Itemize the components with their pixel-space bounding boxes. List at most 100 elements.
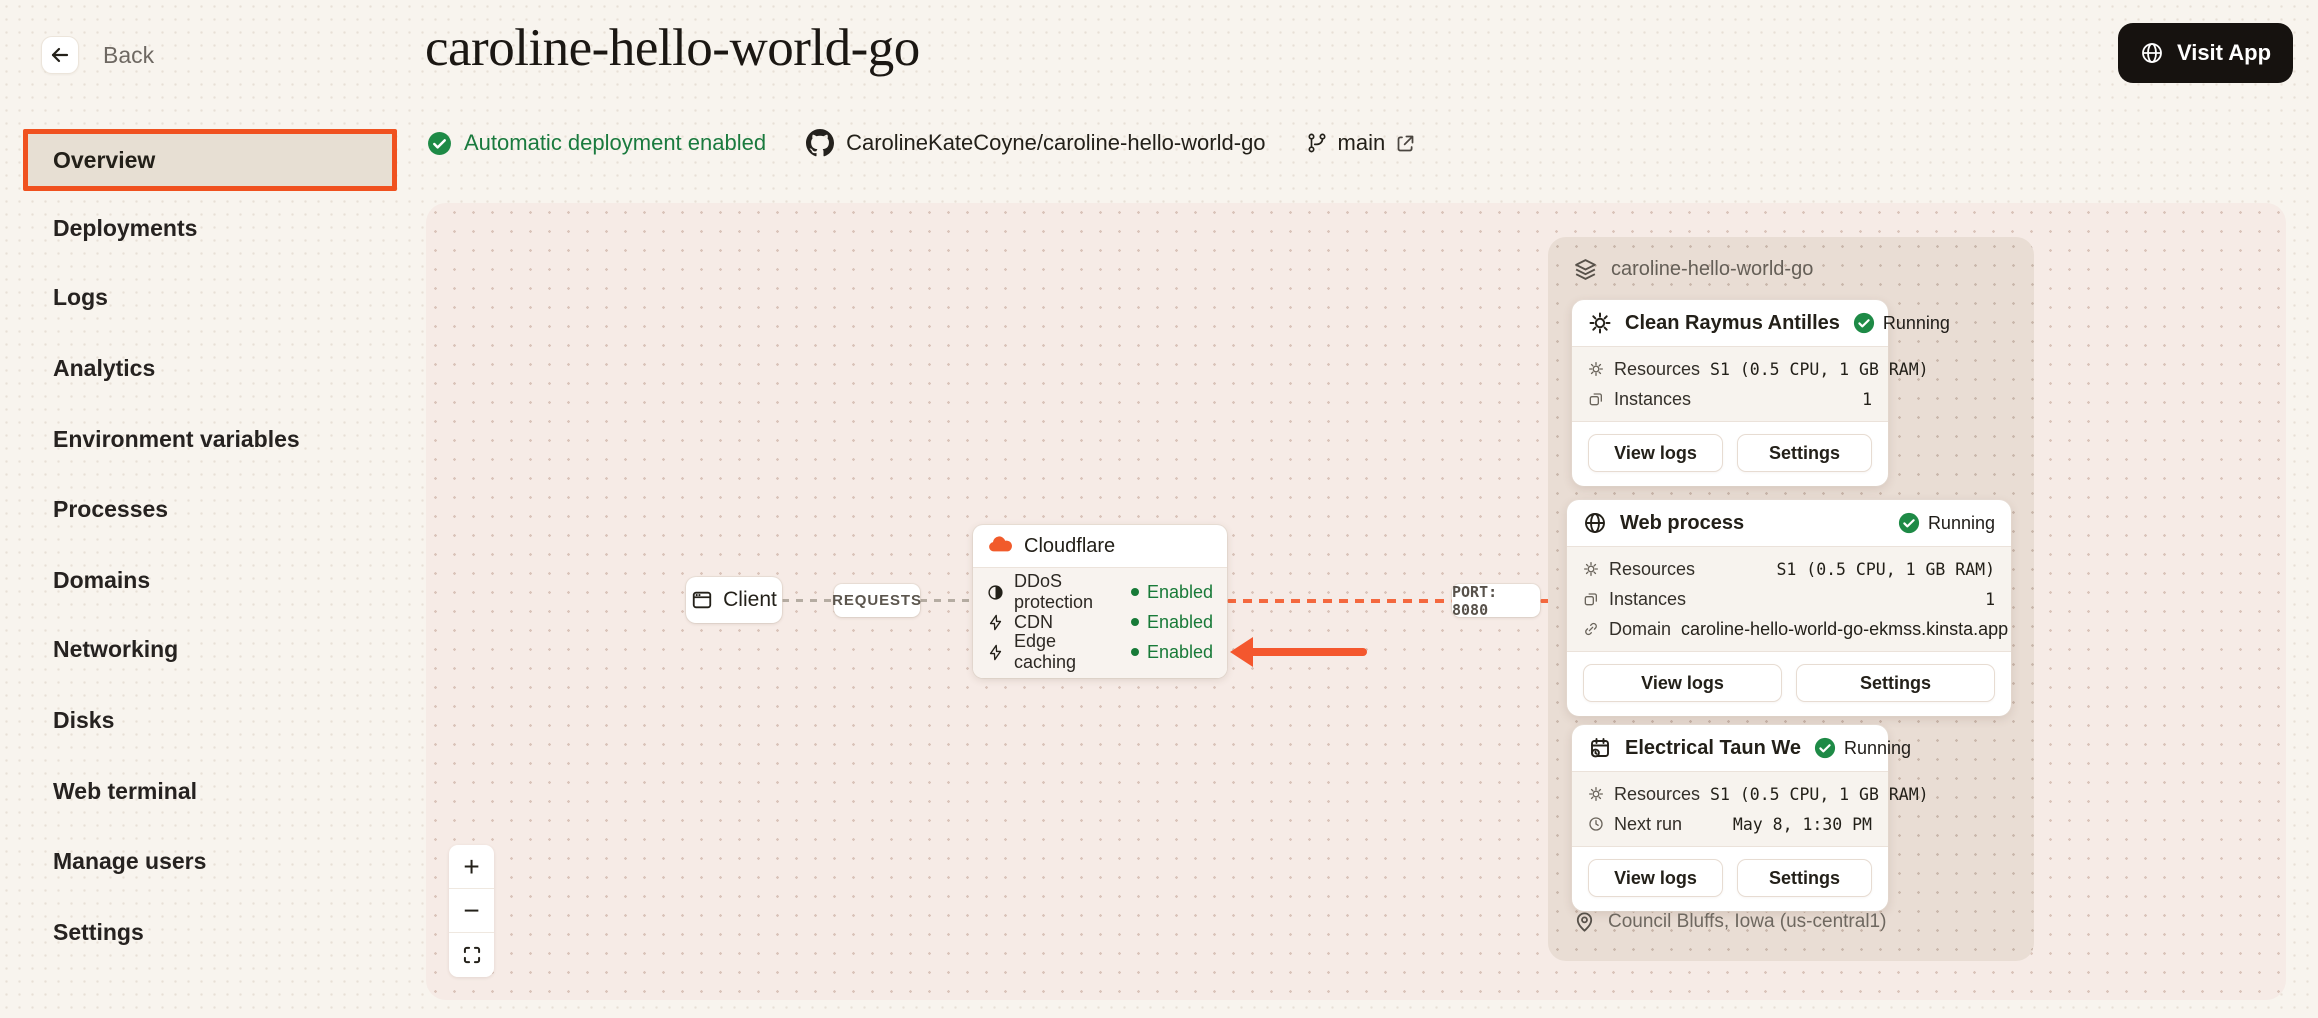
arrow-left-icon [48, 43, 72, 67]
status-enabled: Enabled [1131, 642, 1213, 663]
sidebar-item-label: Environment variables [53, 426, 300, 453]
sidebar-item-networking[interactable]: Networking [53, 627, 178, 671]
process-card-actions: View logs Settings [1572, 847, 1888, 911]
sidebar-item-settings[interactable]: Settings [53, 910, 144, 954]
sidebar-item-manage-users[interactable]: Manage users [53, 839, 206, 883]
back-button[interactable] [41, 36, 79, 74]
running-badge: Running [1898, 512, 1995, 534]
deployment-status: Automatic deployment enabled [427, 130, 766, 156]
green-dot-icon [1131, 648, 1139, 656]
settings-button[interactable]: Settings [1737, 859, 1872, 897]
sidebar-item-label: Analytics [53, 355, 155, 382]
zoom-in-button[interactable]: + [449, 845, 494, 889]
settings-button[interactable]: Settings [1737, 434, 1872, 472]
plus-icon: + [463, 851, 479, 883]
process-card-actions: View logs Settings [1567, 652, 2011, 716]
sidebar-item-environment-variables[interactable]: Environment variables [53, 417, 300, 461]
process-row-domain: Domain caroline-hello-world-go-ekmss.kin… [1583, 614, 1995, 644]
process-card-background: Clean Raymus Antilles Running Resources [1572, 300, 1888, 486]
process-card-cron: Electrical Taun We Running Resources [1572, 725, 1888, 911]
app-group-panel: caroline-hello-world-go Clean Raymus Ant… [1548, 237, 2034, 961]
process-card-body: Resources S1 (0.5 CPU, 1 GB RAM) Next ru… [1572, 771, 1888, 847]
check-circle-icon [1853, 312, 1875, 334]
sidebar-item-analytics[interactable]: Analytics [53, 346, 155, 390]
sidebar-item-label: Domains [53, 567, 150, 594]
resources-icon [1583, 561, 1599, 577]
process-card-header: Clean Raymus Antilles Running [1572, 300, 1888, 346]
cloudflare-cloud-icon [987, 533, 1013, 559]
process-title: Web process [1620, 512, 1744, 535]
globe-icon [2140, 41, 2164, 65]
sidebar-item-domains[interactable]: Domains [53, 558, 150, 602]
process-card-actions: View logs Settings [1572, 422, 1888, 486]
link-icon [1583, 621, 1599, 637]
sidebar-item-label: Disks [53, 707, 114, 734]
resources-icon [1588, 786, 1604, 802]
sidebar-item-label: Networking [53, 636, 178, 663]
process-card-body: Resources S1 (0.5 CPU, 1 GB RAM) Instanc… [1567, 546, 2011, 652]
sidebar-item-web-terminal[interactable]: Web terminal [53, 769, 197, 813]
clock-icon [1588, 816, 1604, 832]
sidebar-item-processes[interactable]: Processes [53, 487, 168, 531]
client-node: Client [686, 577, 782, 623]
bolt-icon [987, 614, 1004, 631]
instances-icon [1588, 391, 1604, 407]
cloudflare-card-body: DDoS protection Enabled CDN Enabled Edge… [973, 567, 1227, 678]
check-circle-icon [1898, 512, 1920, 534]
sidebar-item-deployments[interactable]: Deployments [53, 206, 197, 250]
view-logs-button[interactable]: View logs [1588, 859, 1723, 897]
domain-value: caroline-hello-world-go-ekmss.kinsta.app [1681, 619, 2008, 640]
zoom-out-button[interactable]: − [449, 889, 494, 933]
deployment-diagram-canvas[interactable]: Client REQUESTS Cloudflare DDoS protecti… [426, 203, 2286, 1000]
cloudflare-row-label: DDoS protection [1014, 571, 1121, 613]
settings-button[interactable]: Settings [1796, 664, 1995, 702]
gear-icon [1588, 311, 1612, 335]
sidebar-item-label: Manage users [53, 848, 206, 875]
client-label: Client [723, 588, 777, 612]
datacenter-location: Council Bluffs, Iowa (us-central1) [1573, 910, 1886, 933]
process-row-instances: Instances 1 [1583, 584, 1995, 614]
github-icon [806, 129, 834, 157]
location-label: Council Bluffs, Iowa (us-central1) [1608, 911, 1886, 933]
process-card-body: Resources S1 (0.5 CPU, 1 GB RAM) Instanc… [1572, 346, 1888, 422]
branch-name: main [1338, 130, 1386, 156]
location-pin-icon [1573, 910, 1596, 933]
status-bar: Automatic deployment enabled CarolineKat… [427, 125, 1416, 161]
view-logs-button[interactable]: View logs [1583, 664, 1782, 702]
cloudflare-row-edge-caching: Edge caching Enabled [987, 637, 1213, 667]
sidebar-item-label: Web terminal [53, 778, 197, 805]
sidebar-item-logs[interactable]: Logs [53, 275, 108, 319]
process-card-header: Web process Running [1567, 500, 2011, 546]
port-edge-label: PORT: 8080 [1452, 584, 1540, 617]
sidebar-item-label: Settings [53, 919, 144, 946]
fit-view-button[interactable] [449, 933, 494, 977]
green-dot-icon [1131, 618, 1139, 626]
annotation-arrow [1230, 637, 1368, 667]
check-circle-icon [1814, 737, 1836, 759]
check-circle-icon [427, 131, 452, 156]
repo-link[interactable]: CarolineKateCoyne/caroline-hello-world-g… [806, 129, 1265, 157]
sidebar-item-disks[interactable]: Disks [53, 698, 114, 742]
shield-icon [987, 584, 1004, 601]
cloudflare-row-ddos: DDoS protection Enabled [987, 577, 1213, 607]
cloudflare-row-label: Edge caching [1014, 631, 1121, 673]
branch-link[interactable]: main [1306, 130, 1417, 156]
running-badge: Running [1814, 737, 1911, 759]
process-title: Clean Raymus Antilles [1625, 312, 1840, 335]
instances-icon [1583, 591, 1599, 607]
view-logs-button[interactable]: View logs [1588, 434, 1723, 472]
app-group-header: caroline-hello-world-go [1573, 257, 1813, 282]
canvas-zoom-controls: + − [449, 845, 494, 977]
process-card-web: Web process Running Resources S [1567, 500, 2011, 716]
git-branch-icon [1306, 132, 1328, 154]
cloudflare-row-label: CDN [1014, 612, 1053, 633]
connector-cloudflare-port [1227, 599, 1452, 603]
process-row-next-run: Next run May 8, 1:30 PM [1588, 809, 1872, 839]
sidebar-item-label: Logs [53, 284, 108, 311]
cloudflare-card: Cloudflare DDoS protection Enabled CDN E… [973, 525, 1227, 678]
sidebar-item-overview[interactable]: Overview [23, 129, 397, 191]
fullscreen-icon [462, 945, 482, 965]
visit-app-button[interactable]: Visit App [2118, 23, 2293, 83]
arrow-shaft [1246, 648, 1367, 656]
running-badge: Running [1853, 312, 1950, 334]
